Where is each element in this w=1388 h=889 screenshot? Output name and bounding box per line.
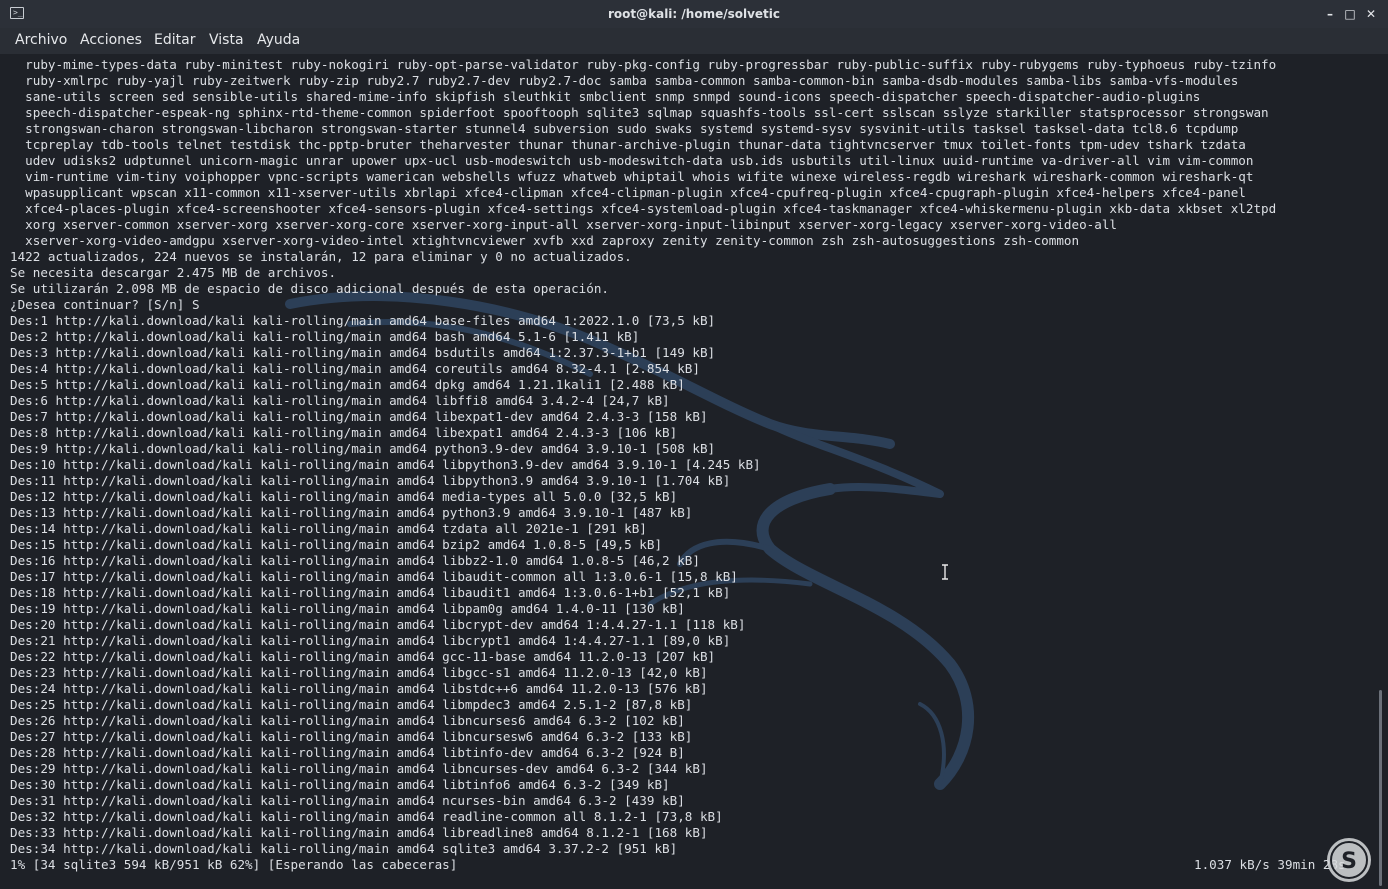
terminal-line: Des:12 http://kali.download/kali kali-ro… (10, 489, 678, 504)
terminal-line: Des:17 http://kali.download/kali kali-ro… (10, 569, 738, 584)
terminal-line: Des:26 http://kali.download/kali kali-ro… (10, 713, 685, 728)
terminal-window: >_ root@kali: /home/solvetic – □ ✕ Archi… (0, 0, 1388, 889)
terminal-line: 1422 actualizados, 224 nuevos se instala… (10, 249, 632, 264)
terminal-line: Des:24 http://kali.download/kali kali-ro… (10, 681, 708, 696)
terminal-line: Se utilizarán 2.098 MB de espacio de dis… (10, 281, 609, 296)
terminal-line: Des:9 http://kali.download/kali kali-rol… (10, 441, 716, 456)
terminal-line: vim-runtime vim-tiny voiphopper vpnc-scr… (10, 169, 1254, 184)
terminal-output-area[interactable]: ruby-mime-types-data ruby-minitest ruby-… (0, 54, 1388, 889)
terminal-line: Des:10 http://kali.download/kali kali-ro… (10, 457, 761, 472)
menu-editar[interactable]: Editar (154, 28, 195, 54)
terminal-line: Des:22 http://kali.download/kali kali-ro… (10, 649, 716, 664)
solvetic-watermark-icon: S (1327, 838, 1371, 882)
terminal-line: Des:1 http://kali.download/kali kali-rol… (10, 313, 716, 328)
terminal-line: Des:3 http://kali.download/kali kali-rol… (10, 345, 716, 360)
terminal-line: Des:11 http://kali.download/kali kali-ro… (10, 473, 731, 488)
minimize-icon[interactable]: – (1322, 6, 1338, 22)
menu-bar: Archivo Acciones Editar Vista Ayuda (0, 28, 1388, 54)
title-bar[interactable]: >_ root@kali: /home/solvetic – □ ✕ (0, 0, 1388, 29)
terminal-lines: ruby-mime-types-data ruby-minitest ruby-… (10, 57, 1364, 873)
terminal-line: Des:15 http://kali.download/kali kali-ro… (10, 537, 663, 552)
download-speed-status: 1.037 kB/s 39min 28s (1194, 857, 1346, 872)
terminal-line: Des:4 http://kali.download/kali kali-rol… (10, 361, 700, 376)
terminal-line: Des:25 http://kali.download/kali kali-ro… (10, 697, 693, 712)
terminal-line: ruby-xmlrpc ruby-yajl ruby-zeitwerk ruby… (10, 73, 1239, 88)
terminal-line: Des:32 http://kali.download/kali kali-ro… (10, 809, 723, 824)
terminal-line: Des:34 http://kali.download/kali kali-ro… (10, 841, 678, 856)
terminal-line: Des:2 http://kali.download/kali kali-rol… (10, 329, 640, 344)
terminal-line: 1% [34 sqlite3 594 kB/951 kB 62%] [Esper… (10, 857, 458, 872)
terminal-line: Des:31 http://kali.download/kali kali-ro… (10, 793, 685, 808)
terminal-line: Des:27 http://kali.download/kali kali-ro… (10, 729, 693, 744)
terminal-line: xserver-xorg-video-amdgpu xserver-xorg-v… (10, 233, 1080, 248)
terminal-line: Des:30 http://kali.download/kali kali-ro… (10, 777, 670, 792)
terminal-line: tcpreplay tdb-tools telnet testdisk thc-… (10, 137, 1246, 152)
terminal-line: wpasupplicant wpscan x11-common x11-xser… (10, 185, 1246, 200)
terminal-line: Se necesita descargar 2.475 MB de archiv… (10, 265, 337, 280)
terminal-line: xfce4-places-plugin xfce4-screenshooter … (10, 201, 1277, 216)
terminal-line: Des:33 http://kali.download/kali kali-ro… (10, 825, 708, 840)
close-icon[interactable]: ✕ (1363, 6, 1379, 22)
terminal-line: Des:8 http://kali.download/kali kali-rol… (10, 425, 678, 440)
terminal-line: Des:14 http://kali.download/kali kali-ro… (10, 521, 647, 536)
terminal-line: Des:28 http://kali.download/kali kali-ro… (10, 745, 685, 760)
menu-acciones[interactable]: Acciones (80, 28, 142, 54)
terminal-line: speech-dispatcher-espeak-ng sphinx-rtd-t… (10, 105, 1269, 120)
menu-archivo[interactable]: Archivo (15, 28, 67, 54)
terminal-line: Des:21 http://kali.download/kali kali-ro… (10, 633, 731, 648)
menu-ayuda[interactable]: Ayuda (257, 28, 300, 54)
terminal-line: ¿Desea continuar? [S/n] S (10, 297, 200, 312)
text-cursor-icon (942, 564, 948, 580)
terminal-line: strongswan-charon strongswan-libcharon s… (10, 121, 1239, 136)
terminal-line: Des:6 http://kali.download/kali kali-rol… (10, 393, 670, 408)
terminal-line: Des:13 http://kali.download/kali kali-ro… (10, 505, 693, 520)
terminal-line: sane-utils screen sed sensible-utils sha… (10, 89, 1201, 104)
scrollbar[interactable] (1377, 54, 1385, 889)
terminal-line: Des:18 http://kali.download/kali kali-ro… (10, 585, 731, 600)
maximize-icon[interactable]: □ (1342, 6, 1358, 22)
terminal-line: Des:5 http://kali.download/kali kali-rol… (10, 377, 685, 392)
terminal-line: Des:19 http://kali.download/kali kali-ro… (10, 601, 685, 616)
terminal-line: Des:29 http://kali.download/kali kali-ro… (10, 761, 708, 776)
menu-vista[interactable]: Vista (209, 28, 244, 54)
terminal-line: Des:7 http://kali.download/kali kali-rol… (10, 409, 708, 424)
terminal-line: Des:20 http://kali.download/kali kali-ro… (10, 617, 746, 632)
terminal-line: xorg xserver-common xserver-xorg xserver… (10, 217, 1117, 232)
terminal-line: Des:16 http://kali.download/kali kali-ro… (10, 553, 700, 568)
terminal-line: udev udisks2 udptunnel unicorn-magic unr… (10, 153, 1254, 168)
terminal-line: ruby-mime-types-data ruby-minitest ruby-… (10, 57, 1277, 72)
svg-text:S: S (1341, 849, 1357, 874)
scrollbar-thumb[interactable] (1379, 690, 1382, 886)
terminal-line: Des:23 http://kali.download/kali kali-ro… (10, 665, 708, 680)
window-title: root@kali: /home/solvetic (607, 7, 781, 21)
